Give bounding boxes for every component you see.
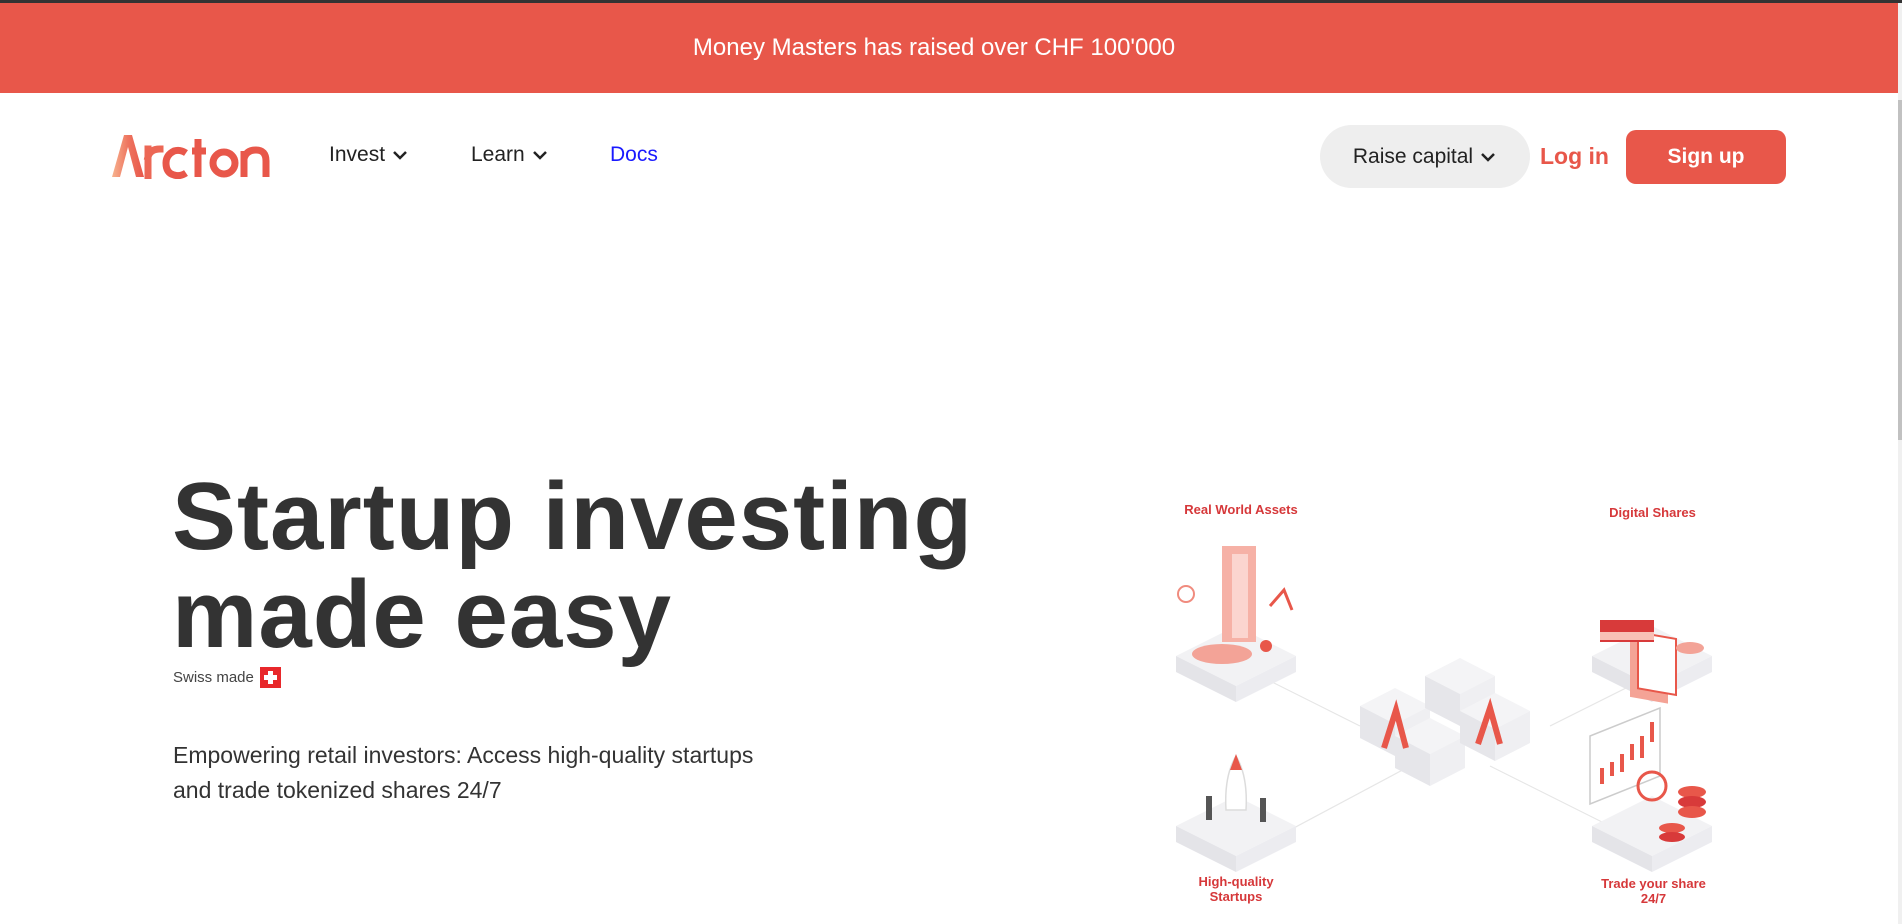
chevron-down-icon: [532, 151, 547, 160]
nav-learn-label: Learn: [471, 143, 525, 166]
swiss-made-badge: Swiss made: [173, 667, 281, 688]
nav-invest[interactable]: Invest: [329, 143, 409, 167]
label-digital-shares: Digital Shares: [1609, 505, 1696, 520]
label-startups-line2: Startups: [1209, 889, 1263, 904]
chevron-down-icon: [393, 151, 407, 160]
label-startups-line1: High-quality: [1198, 874, 1274, 889]
arcton-logo[interactable]: [110, 133, 275, 179]
login-button[interactable]: Log in: [1540, 143, 1609, 170]
hero-subtitle: Empowering retail investors: Access high…: [173, 742, 754, 803]
raise-capital-button[interactable]: Raise capital: [1320, 125, 1530, 188]
raise-capital-label: Raise capital: [1352, 144, 1474, 168]
announcement-banner[interactable]: Money Masters has raised over CHF 100'00…: [0, 3, 1898, 93]
swiss-made-label: Swiss made: [173, 669, 254, 686]
signup-button[interactable]: Sign up: [1626, 130, 1786, 184]
scrollbar-thumb[interactable]: [1898, 100, 1902, 440]
hero-title-line2: made easy: [172, 561, 673, 668]
banner-text: Money Masters has raised over CHF 100'00…: [692, 34, 1176, 61]
nav-learn[interactable]: Learn: [471, 143, 549, 167]
label-high-quality-startups: High-quality Startups: [1186, 874, 1286, 904]
label-real-world-assets: Real World Assets: [1184, 502, 1298, 517]
nav-docs-label: Docs: [610, 143, 658, 166]
label-trade-your-share: Trade your share 24/7: [1596, 876, 1711, 906]
main-navigation: Invest Learn Docs Raise capital Log in S…: [0, 93, 1898, 219]
label-trade-line2: 24/7: [1640, 891, 1667, 906]
swiss-flag-icon: [259, 667, 281, 688]
nav-invest-label: Invest: [329, 143, 386, 166]
hero-illustration: [1176, 546, 1712, 872]
hero-title-line1: Startup investing: [172, 463, 974, 570]
nav-docs-link[interactable]: Docs: [610, 143, 658, 167]
chevron-down-icon: [1481, 152, 1495, 162]
hero-title: Startup investing made easy: [172, 468, 973, 664]
label-trade-line1: Trade your share: [1601, 876, 1706, 891]
